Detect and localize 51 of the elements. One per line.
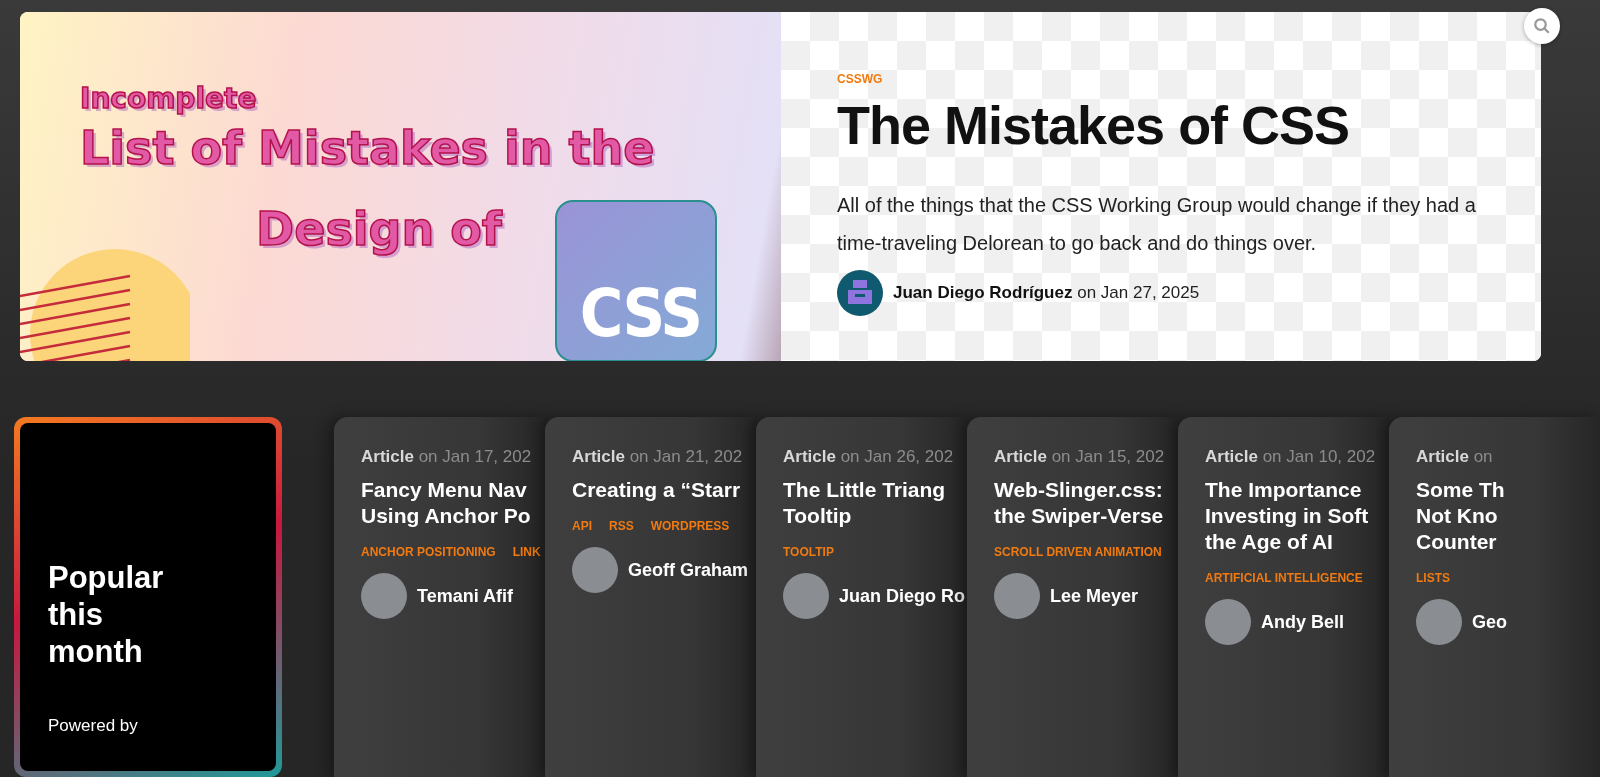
tag-link[interactable]: RSS — [609, 519, 634, 533]
search-icon — [1533, 17, 1551, 35]
avatar — [361, 573, 407, 619]
banner-headline: List of Mistakes in the — [80, 121, 655, 175]
article-card[interactable]: Article on Jan 21, 202 Creating a “Starr API RSS WORDPRESS Geoff Graham — [545, 417, 756, 777]
tag-link[interactable]: LISTS — [1416, 571, 1450, 585]
article-meta: Article on Jan 21, 202 — [572, 447, 744, 467]
card-title[interactable]: Web-Slinger.css: the Swiper-Verse — [994, 477, 1178, 529]
tag-link[interactable]: ARTIFICIAL INTELLIGENCE — [1205, 571, 1363, 585]
tag-link[interactable]: API — [572, 519, 592, 533]
powered-by-text: Powered by — [48, 716, 139, 736]
author-byline: Juan Diego Rodríguez on Jan 27, 2025 — [893, 283, 1200, 303]
article-card[interactable]: Article on Jan 15, 202 Web-Slinger.css: the Swiper-Verse SCROLL DRIVEN ANIMATION Lee Meyer — [967, 417, 1178, 777]
search-button[interactable] — [1524, 8, 1560, 44]
author-name[interactable]: Geoff Graham — [628, 559, 749, 581]
article-meta: Article on Jan 26, 202 — [783, 447, 955, 467]
avatar — [783, 573, 829, 619]
article-card[interactable]: Article on Jan 17, 202 Fancy Menu Nav Using Anchor Po ANCHOR POSITIONING LINK Temani Afif — [334, 417, 545, 777]
robot-avatar-icon — [837, 270, 883, 316]
banner-kicker: Incomplete — [80, 82, 258, 115]
tag-link[interactable]: LINK — [512, 545, 541, 559]
author-name[interactable]: Juan Diego Ro — [839, 585, 965, 607]
article-card[interactable]: Article on Some Th Not Kno Counter LISTS Geo — [1389, 417, 1600, 777]
avatar — [1416, 599, 1462, 645]
article-card[interactable]: Article on Jan 10, 202 The Importance Investing in Soft the Age of AI ARTIFICIAL INTELLIGENCE Andy Bell — [1178, 417, 1389, 777]
avatar — [1205, 599, 1251, 645]
article-card[interactable]: Article on Jan 26, 202 The Little Triang Tooltip TOOLTIP Juan Diego Ro — [756, 417, 967, 777]
card-title[interactable]: Some Th Not Kno Counter — [1416, 477, 1600, 555]
article-meta: Article on Jan 15, 202 — [994, 447, 1166, 467]
card-title[interactable]: The Little Triang Tooltip — [783, 477, 967, 529]
tag-link[interactable]: ANCHOR POSITIONING — [361, 545, 496, 559]
card-title[interactable]: The Importance Investing in Soft the Age of AI — [1205, 477, 1389, 555]
article-description: All of the things that the CSS Working Group would change if they had a time-traveling Delorean to go back and do things over. — [837, 193, 1477, 256]
author-name[interactable]: Lee Meyer — [1050, 585, 1139, 607]
tag-link[interactable]: SCROLL DRIVEN ANIMATION — [994, 545, 1162, 559]
article-title: The Mistakes of CSS — [837, 94, 1351, 156]
card-title[interactable]: Fancy Menu Nav Using Anchor Po — [361, 477, 545, 529]
tag-link[interactable]: TOOLTIP — [783, 545, 834, 559]
author-name[interactable]: Andy Bell — [1261, 611, 1344, 633]
avatar — [572, 547, 618, 593]
tag-link[interactable]: WORDPRESS — [650, 519, 730, 533]
avatar — [994, 573, 1040, 619]
author-name[interactable]: Geo — [1472, 611, 1507, 633]
banner-headline: Design of — [256, 202, 502, 256]
css-logo: CSS — [555, 200, 717, 361]
article-meta: Article on Jan 17, 202 — [361, 447, 533, 467]
article-meta: Article on Jan 10, 202 — [1205, 447, 1377, 467]
popular-heading: Popular this month — [48, 559, 165, 670]
author-name[interactable]: Temani Afif — [417, 585, 513, 607]
card-title[interactable]: Creating a “Starr — [572, 477, 756, 503]
article-meta: Article on — [1416, 447, 1494, 467]
